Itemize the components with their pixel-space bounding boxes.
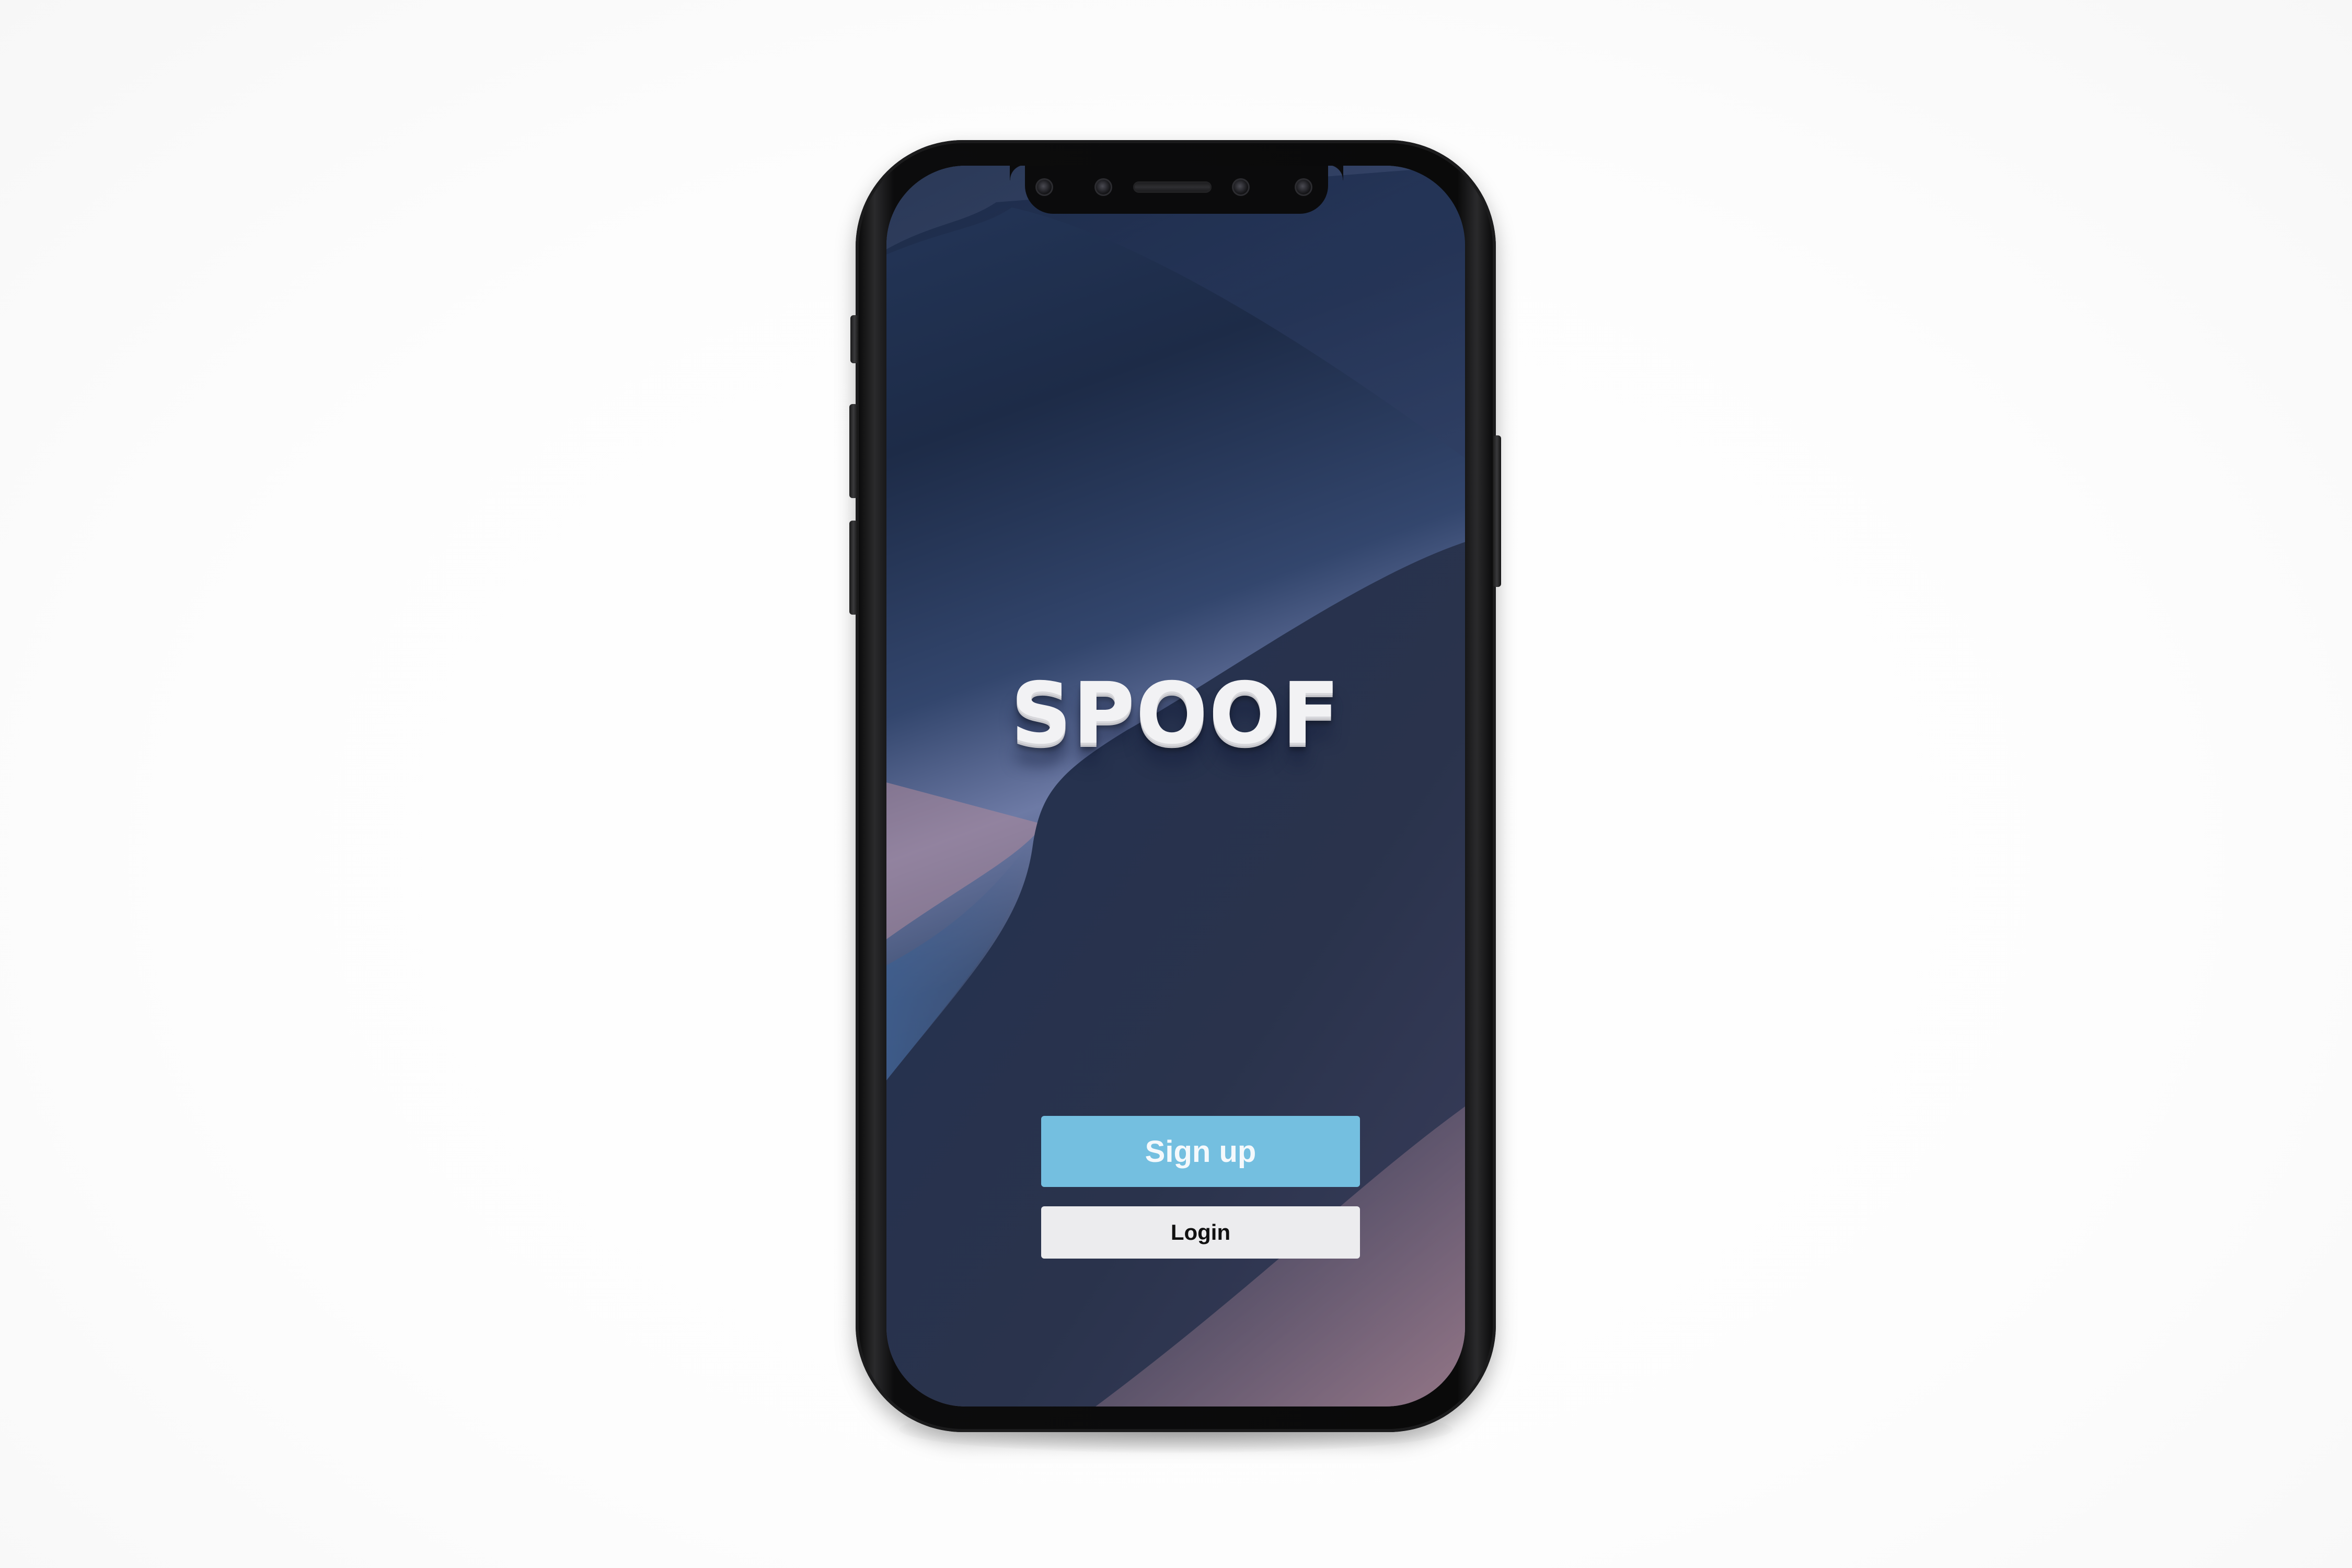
power-button: [1493, 435, 1501, 587]
app-logo-title: SPOOF: [1010, 665, 1341, 763]
signup-button-label: Sign up: [1145, 1134, 1256, 1169]
notch: [1025, 166, 1343, 214]
earpiece-speaker: [1133, 181, 1212, 193]
volume-down-button: [849, 521, 858, 615]
login-button-label: Login: [1170, 1220, 1231, 1244]
proximity-sensor-icon: [1295, 178, 1312, 196]
mockup-stage: SPOOF Sign up Login: [0, 0, 2352, 1568]
phone-frame: SPOOF Sign up Login: [849, 140, 1501, 1432]
sensor-left-icon: [1035, 178, 1053, 196]
sensor-right-icon: [1232, 178, 1250, 196]
phone-screen: SPOOF Sign up Login: [886, 166, 1465, 1406]
silent-switch: [850, 315, 859, 363]
signup-button[interactable]: Sign up: [1041, 1116, 1360, 1187]
login-button[interactable]: Login: [1041, 1206, 1360, 1259]
front-camera-icon: [1094, 178, 1112, 196]
volume-up-button: [849, 404, 858, 498]
